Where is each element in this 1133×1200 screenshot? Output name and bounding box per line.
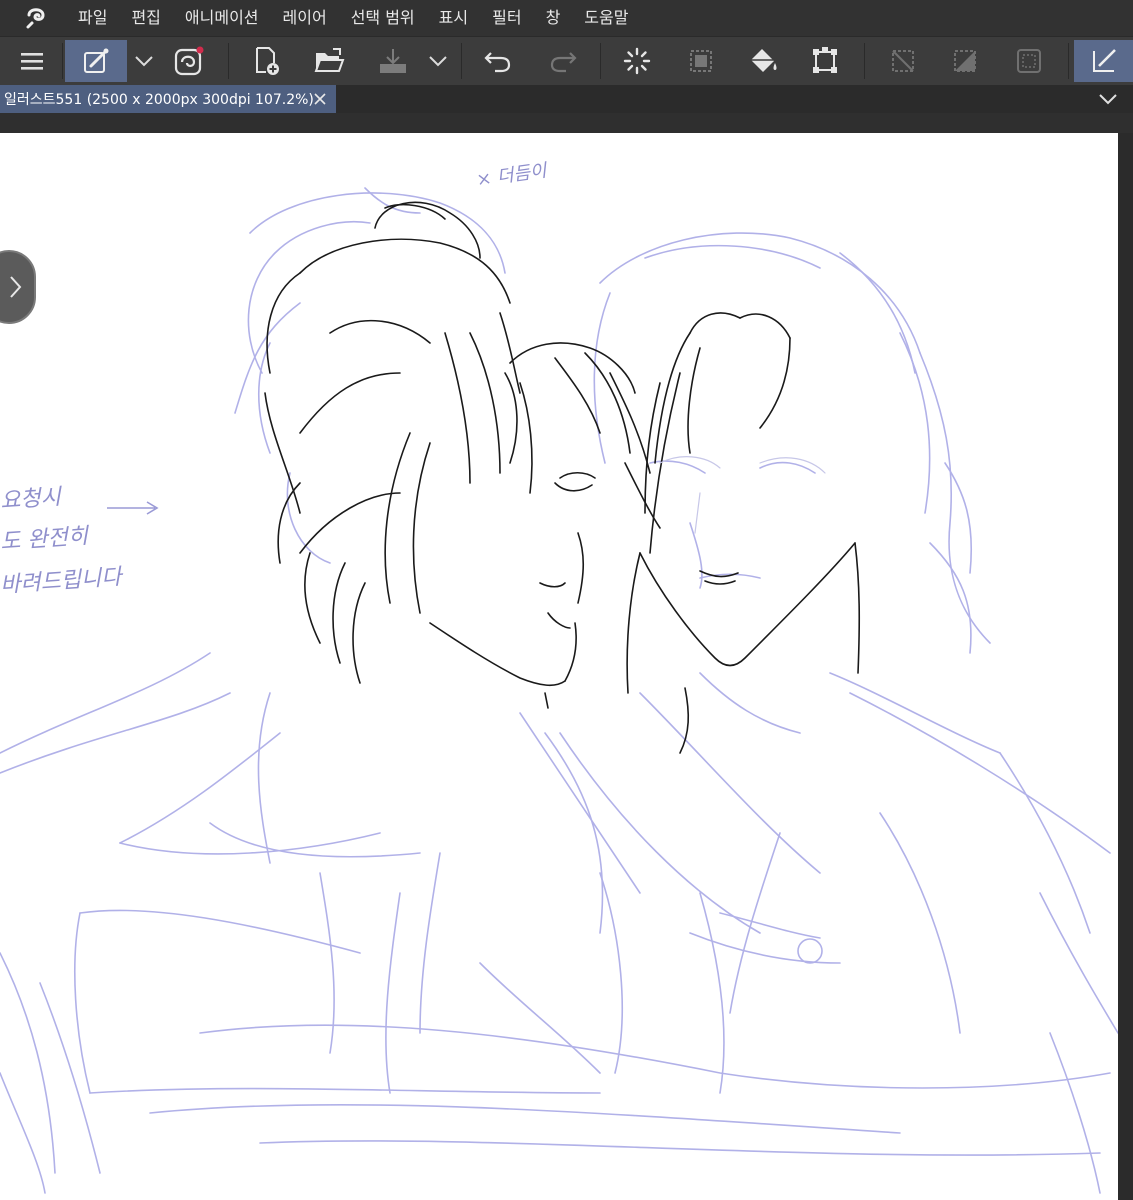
fill-icon[interactable] xyxy=(740,40,786,82)
fill-selection-icon[interactable] xyxy=(942,40,988,82)
arrow-icon xyxy=(107,501,159,515)
redo-icon[interactable] xyxy=(540,40,586,82)
open-folder-icon[interactable] xyxy=(306,40,352,82)
menu-view[interactable]: 표시 xyxy=(427,0,480,36)
sketch-artwork xyxy=(0,187,1118,1194)
panel-collapse-toggle[interactable] xyxy=(0,250,36,324)
undo-icon[interactable] xyxy=(475,40,521,82)
snap-icon[interactable] xyxy=(1006,40,1052,82)
convert-selection-icon[interactable] xyxy=(678,40,724,82)
clip-studio-assets-icon[interactable] xyxy=(166,40,212,82)
deselect-icon[interactable] xyxy=(614,40,660,82)
pen-tool-icon[interactable] xyxy=(1074,40,1133,82)
close-icon[interactable] xyxy=(312,91,328,107)
clear-outside-selection-icon[interactable] xyxy=(880,40,926,82)
clip-studio-logo-icon[interactable] xyxy=(18,0,54,36)
menu-edit[interactable]: 편집 xyxy=(119,0,172,36)
ruler-bar xyxy=(0,113,1133,133)
hamburger-menu-icon[interactable] xyxy=(10,40,54,82)
menu-selection[interactable]: 선택 범위 xyxy=(339,0,427,36)
edit-brush-icon[interactable] xyxy=(65,40,127,82)
chevron-down-icon[interactable] xyxy=(130,40,158,82)
menu-help[interactable]: 도움말 xyxy=(572,0,640,36)
chevron-down-icon[interactable] xyxy=(424,40,452,82)
canvas-note-line-1: 요청시 xyxy=(0,484,62,515)
canvas-note-line-2: 도 완전히 xyxy=(0,523,89,556)
menu-layer[interactable]: 레이어 xyxy=(271,0,339,36)
drawing-canvas[interactable]: × 더듬이 요청시 도 완전히 바려드립니다 xyxy=(0,133,1118,1200)
document-tab-label: 일러스트551 (2500 x 2000px 300dpi 107.2%) xyxy=(4,92,314,108)
new-canvas-icon[interactable] xyxy=(244,40,290,82)
document-tab-bar: 일러스트551 (2500 x 2000px 300dpi 107.2%) xyxy=(0,85,1133,113)
menu-bar: 파일 편집 애니메이션 레이어 선택 범위 표시 필터 창 도움말 xyxy=(0,0,1133,36)
menu-animation[interactable]: 애니메이션 xyxy=(173,0,271,36)
chevron-right-icon xyxy=(10,276,22,298)
transform-icon[interactable] xyxy=(802,40,848,82)
menu-file[interactable]: 파일 xyxy=(66,0,119,36)
chevron-down-icon[interactable] xyxy=(1097,89,1119,109)
menu-filter[interactable]: 필터 xyxy=(480,0,533,36)
document-tab[interactable]: 일러스트551 (2500 x 2000px 300dpi 107.2%) xyxy=(0,85,336,113)
scroll-strip[interactable] xyxy=(1118,133,1133,1200)
menu-window[interactable]: 창 xyxy=(534,0,573,36)
canvas-area: × 더듬이 요청시 도 완전히 바려드립니다 xyxy=(0,133,1133,1200)
save-icon[interactable] xyxy=(370,40,416,82)
command-bar xyxy=(0,36,1133,86)
